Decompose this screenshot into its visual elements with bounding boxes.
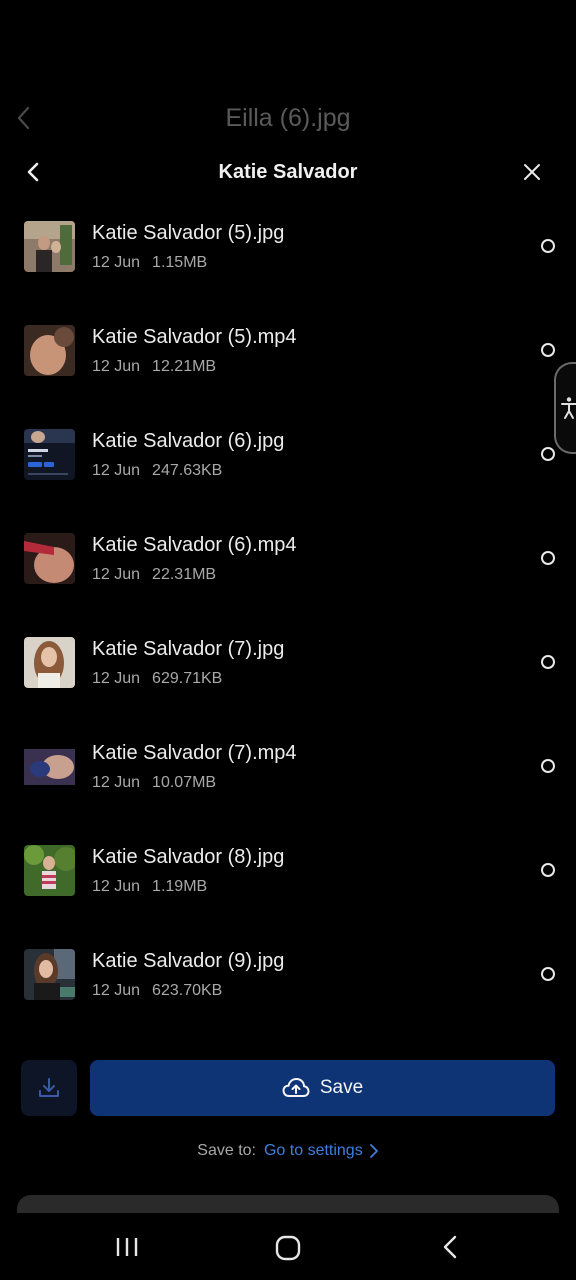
file-row[interactable]: Katie Salvador (8).jpg 12 Jun 1.19MB [0,818,576,922]
file-name: Katie Salvador (5).jpg [92,222,285,244]
back-icon[interactable] [20,158,48,186]
screen: Eilla (6).jpg Katie Salvador Katie Salva… [0,0,576,1280]
file-row[interactable]: Katie Salvador (5).mp4 12 Jun 12.21MB [0,298,576,402]
file-date: 12 Jun [92,878,141,895]
file-meta: 12 Jun 1.19MB [92,878,207,896]
select-radio[interactable] [541,343,555,357]
file-meta: 12 Jun 22.31MB [92,566,216,584]
system-back-icon[interactable] [440,1234,460,1260]
photo-thumbnail [24,845,75,896]
file-meta: 12 Jun 629.71KB [92,670,222,688]
file-date: 12 Jun [92,774,141,791]
screenshot-thumbnail [24,429,75,480]
home-icon[interactable] [274,1234,302,1262]
file-size: 10.07MB [152,774,217,791]
file-size: 623.70KB [152,982,223,999]
file-name: Katie Salvador (9).jpg [92,950,285,972]
file-row[interactable]: Katie Salvador (7).mp4 12 Jun 10.07MB [0,714,576,818]
file-name: Katie Salvador (5).mp4 [92,326,297,348]
video-thumbnail [24,533,75,584]
select-radio[interactable] [541,239,555,253]
save-button-label: Save [319,1077,364,1098]
file-row[interactable]: Katie Salvador (5).jpg 12 Jun 1.15MB [0,194,576,298]
file-date: 12 Jun [92,462,141,479]
background-back-icon [17,106,30,130]
file-name: Katie Salvador (7).jpg [92,638,285,660]
file-row[interactable]: Katie Salvador (6).jpg 12 Jun 247.63KB [0,402,576,506]
file-meta: 12 Jun 623.70KB [92,982,222,1000]
file-row[interactable]: Katie Salvador (7).jpg 12 Jun 629.71KB [0,610,576,714]
select-radio[interactable] [541,759,555,773]
select-radio[interactable] [541,863,555,877]
file-name: Katie Salvador (7).mp4 [92,742,297,764]
chevron-right-icon[interactable] [369,1143,379,1159]
file-meta: 12 Jun 247.63KB [92,462,222,480]
recent-apps-icon[interactable] [114,1236,140,1258]
file-meta: 12 Jun 12.21MB [92,358,216,376]
save-to-label: Save to: [197,1142,256,1159]
file-size: 1.15MB [152,254,208,271]
select-radio[interactable] [541,551,555,565]
file-meta: 12 Jun 10.07MB [92,774,216,792]
background-title: Eilla (6).jpg [225,103,351,132]
file-name: Katie Salvador (6).jpg [92,430,285,452]
close-icon[interactable] [518,158,546,186]
sheet-title: Katie Salvador [218,160,358,183]
save-button[interactable]: Save [90,1060,555,1116]
file-date: 12 Jun [92,982,141,999]
cloud-upload-icon [282,1078,310,1097]
file-size: 1.19MB [152,878,208,895]
accessibility-menu-tab[interactable] [554,362,576,454]
file-list: Katie Salvador (5).jpg 12 Jun 1.15MB Kati… [0,194,576,1026]
file-size: 22.31MB [152,566,217,583]
system-navigation-bar [0,1213,576,1280]
photo-thumbnail [24,221,75,272]
background-header: Eilla (6).jpg [0,92,576,144]
select-radio[interactable] [541,447,555,461]
video-thumbnail [24,741,75,792]
file-size: 247.63KB [152,462,223,479]
select-radio[interactable] [541,655,555,669]
file-date: 12 Jun [92,670,141,687]
file-name: Katie Salvador (6).mp4 [92,534,297,556]
file-row[interactable]: Katie Salvador (6).mp4 12 Jun 22.31MB [0,506,576,610]
file-size: 629.71KB [152,670,223,687]
photo-thumbnail [24,637,75,688]
file-meta: 12 Jun 1.15MB [92,254,207,272]
file-name: Katie Salvador (8).jpg [92,846,285,868]
save-to-row: Save to: Go to settings [0,1138,576,1164]
accessibility-icon [561,397,576,419]
file-date: 12 Jun [92,358,141,375]
sheet-header: Katie Salvador [0,150,576,194]
select-radio[interactable] [541,967,555,981]
file-size: 12.21MB [152,358,217,375]
file-date: 12 Jun [92,566,141,583]
file-row[interactable]: Katie Salvador (9).jpg 12 Jun 623.70KB [0,922,576,1026]
video-thumbnail [24,325,75,376]
download-button[interactable] [21,1060,77,1116]
photo-thumbnail [24,949,75,1000]
file-date: 12 Jun [92,254,141,271]
download-icon [39,1078,59,1097]
go-to-settings-link[interactable]: Go to settings [264,1142,363,1160]
